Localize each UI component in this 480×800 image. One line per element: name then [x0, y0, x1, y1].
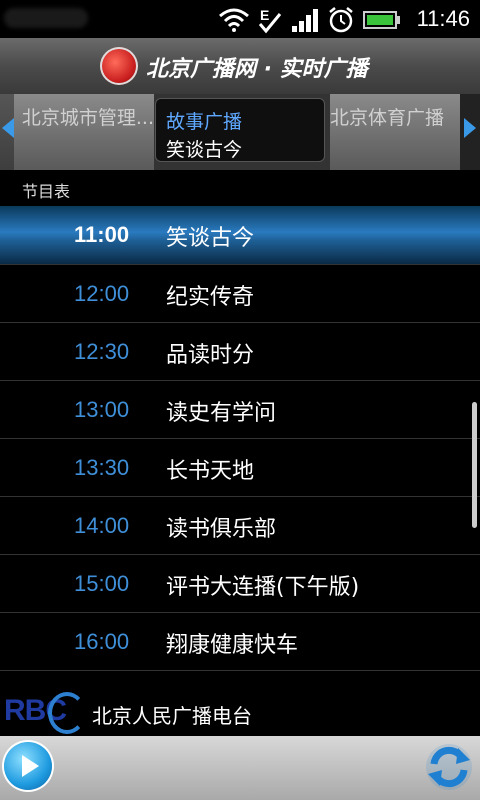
signal-E-check-icon: E	[258, 7, 282, 34]
program-time: 15:00	[74, 571, 130, 596]
beijing-radio-logo-icon	[100, 47, 138, 85]
schedule-row[interactable]: 12:00 纪实传奇	[0, 265, 480, 323]
notification-area	[4, 8, 88, 28]
schedule-row[interactable]: 16:00 翔康健康快车	[0, 613, 480, 671]
program-title: 品读时分	[166, 343, 255, 368]
battery-icon	[363, 11, 400, 29]
chevron-right-icon[interactable]	[464, 118, 476, 138]
program-time: 12:00	[74, 281, 130, 306]
program-title: 纪实传奇	[166, 285, 255, 310]
scrollbar[interactable]	[472, 402, 477, 528]
program-title: 长书天地	[166, 459, 255, 484]
current-channel-name: 故事广播	[166, 111, 243, 133]
wifi-icon	[219, 8, 249, 32]
channel-switcher: 北京城市管理... 故事广播 笑谈古今 北京体育广播	[0, 94, 480, 170]
program-title: 笑谈古今	[166, 226, 255, 251]
prev-channel[interactable]: 北京城市管理...	[0, 94, 154, 170]
clock: 11:46	[416, 6, 470, 31]
signal-bars-icon	[292, 9, 318, 32]
schedule-row[interactable]: 14:00 读书俱乐部	[0, 497, 480, 555]
page-title: 北京广播网 · 实时广播	[146, 57, 368, 82]
current-channel-card[interactable]: 故事广播 笑谈古今	[155, 98, 325, 162]
play-button[interactable]	[4, 742, 52, 790]
current-program-name: 笑谈古今	[166, 139, 243, 161]
program-title: 翔康健康快车	[166, 633, 299, 658]
program-time: 11:00	[74, 222, 130, 247]
prev-channel-label: 北京城市管理...	[21, 107, 154, 129]
program-time: 16:00	[74, 629, 130, 654]
status-bar: E 11:46	[0, 0, 480, 38]
schedule-row-active[interactable]: 11:00 笑谈古今	[0, 206, 480, 265]
station-name: 北京人民广播电台	[92, 704, 252, 728]
next-channel[interactable]: 北京体育广播	[330, 94, 460, 170]
schedule-row[interactable]: 13:30 长书天地	[0, 439, 480, 497]
schedule-row[interactable]: 15:00 评书大连播(下午版)	[0, 555, 480, 613]
program-time: 14:00	[74, 513, 130, 538]
program-title: 评书大连播(下午版)	[166, 575, 360, 600]
station-bar: RBC 北京人民广播电台	[0, 688, 480, 736]
schedule-row[interactable]: 12:30 品读时分	[0, 323, 480, 381]
program-time: 13:30	[74, 455, 130, 480]
schedule-list: 11:00 笑谈古今 12:00 纪实传奇 12:30 品读时分 13:00 读…	[0, 206, 480, 671]
chevron-left-icon[interactable]	[2, 118, 14, 138]
program-time: 12:30	[74, 339, 130, 364]
svg-text:E: E	[260, 7, 269, 23]
program-time: 13:00	[74, 397, 130, 422]
player-bar	[0, 736, 480, 800]
program-title: 读书俱乐部	[166, 517, 277, 542]
next-channel-label: 北京体育广播	[330, 107, 445, 129]
schedule-label: 节目表	[22, 182, 71, 201]
app-header: 北京广播网 · 实时广播	[0, 38, 480, 95]
rbc-logo-icon	[48, 692, 86, 734]
schedule-row[interactable]: 13:00 读史有学问	[0, 381, 480, 439]
refresh-icon[interactable]	[424, 742, 474, 792]
program-title: 读史有学问	[166, 401, 277, 426]
alarm-icon	[329, 7, 353, 33]
